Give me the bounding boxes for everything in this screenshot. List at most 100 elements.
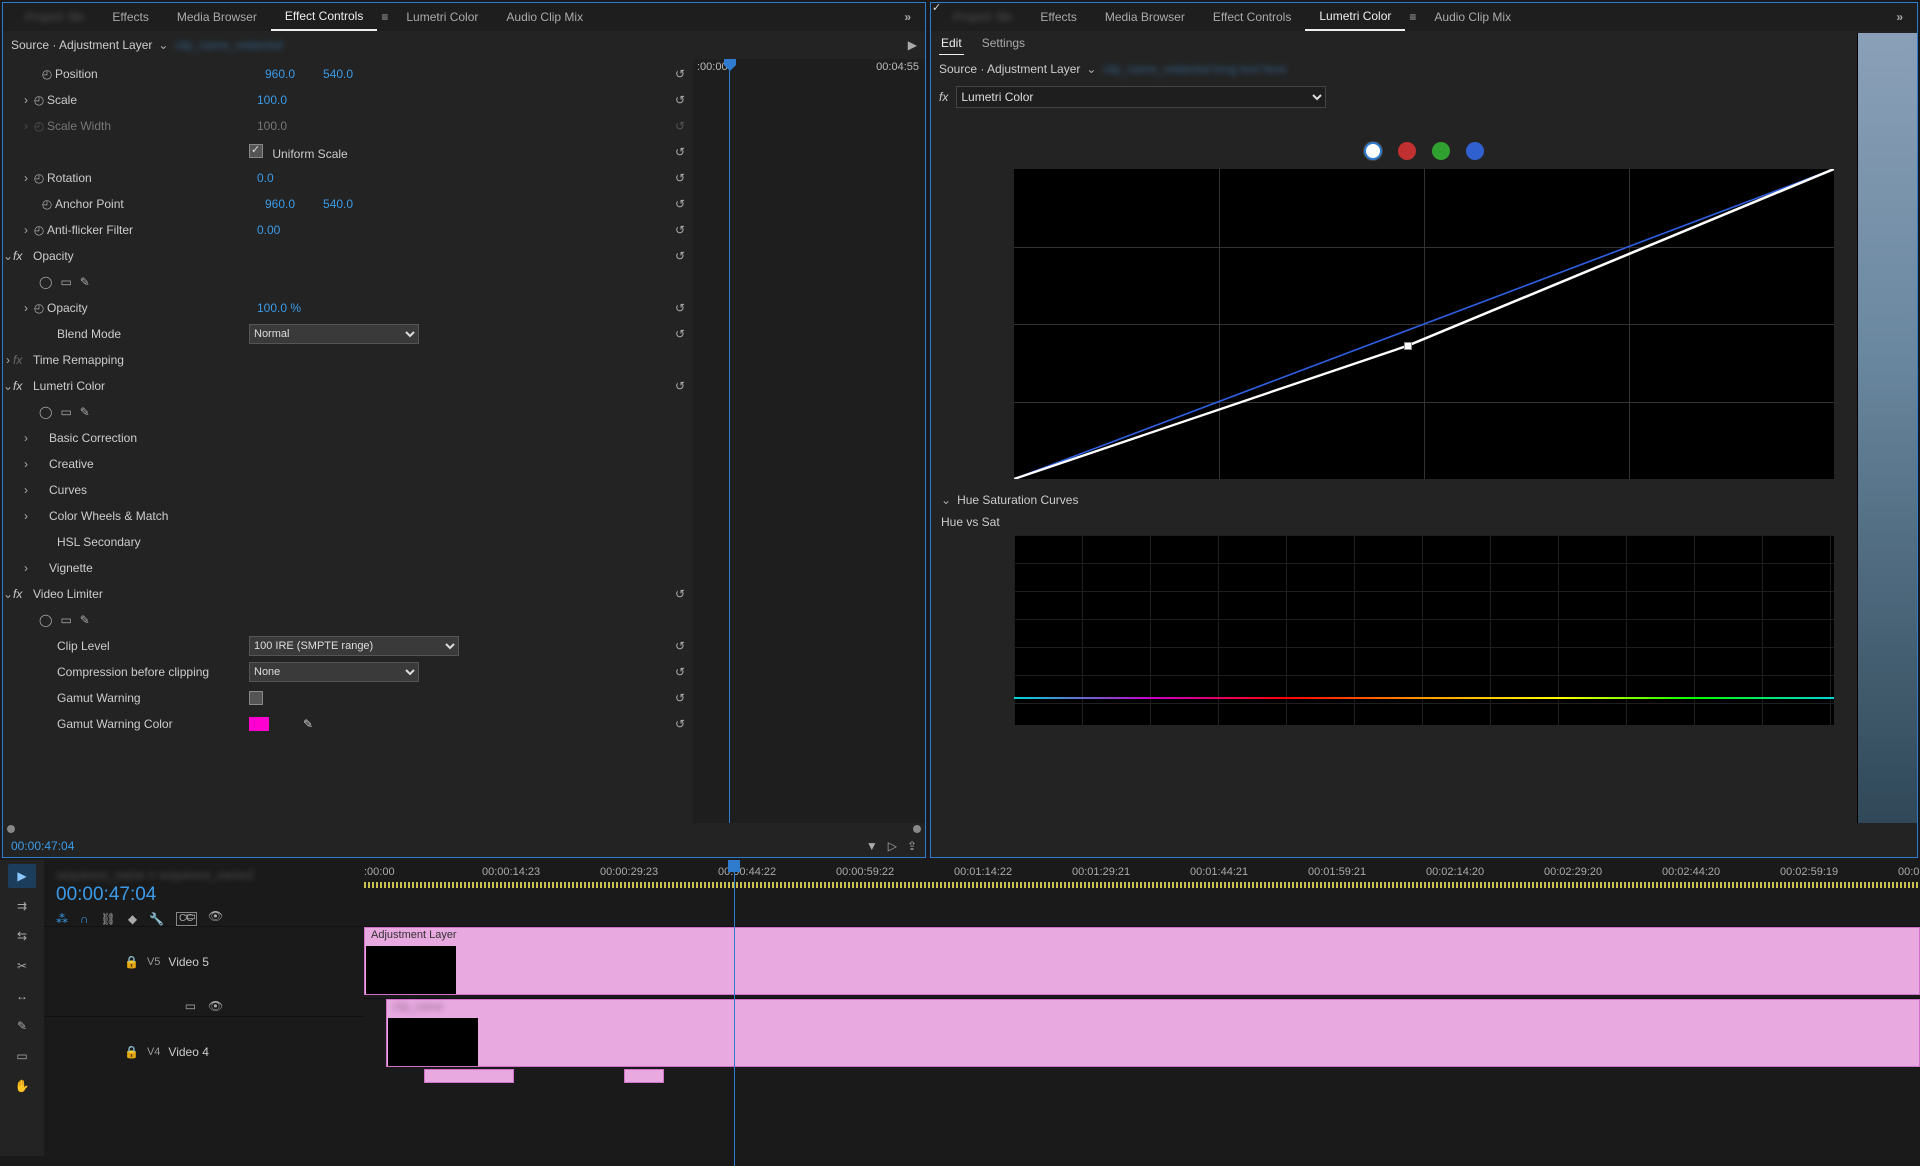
reset-icon[interactable]: ↺	[667, 665, 685, 679]
timeline-clips-area[interactable]: Adjustment Layer clip_name	[364, 906, 1920, 1156]
reset-icon[interactable]: ↺	[667, 249, 685, 263]
ec-timecode[interactable]: 00:00:47:04	[11, 839, 74, 853]
twirl-icon[interactable]: ⌄	[3, 587, 13, 601]
play-icon[interactable]: ▶	[908, 38, 917, 52]
gamut-color-swatch[interactable]	[249, 717, 269, 731]
slip-tool-icon[interactable]: ↔	[8, 984, 36, 1008]
pen-mask-icon[interactable]: ✎	[80, 405, 90, 419]
fx-badge[interactable]: fx	[13, 353, 27, 367]
filter-icon[interactable]: ▼	[866, 839, 878, 853]
tab-project[interactable]: Project: file	[11, 4, 98, 30]
rgb-curve-canvas[interactable]	[1014, 169, 1834, 479]
twirl-icon[interactable]: ⌄	[3, 379, 13, 393]
chevron-down-icon[interactable]: ⌄	[152, 38, 174, 52]
fx-badge[interactable]: fx	[13, 249, 27, 263]
twirl-icon[interactable]: ›	[21, 457, 31, 471]
playhead-icon[interactable]	[728, 860, 740, 872]
fx-badge[interactable]: fx	[13, 587, 27, 601]
twirl-icon[interactable]: ›	[21, 171, 31, 185]
antiflicker-value[interactable]: 0.00	[257, 223, 280, 237]
reset-icon[interactable]: ↺	[667, 145, 685, 159]
stopwatch-icon[interactable]: ◴	[31, 223, 47, 237]
rect-mask-icon[interactable]: ▭	[60, 405, 71, 419]
reset-icon[interactable]: ↺	[667, 327, 685, 341]
luma-channel-dot[interactable]	[1364, 142, 1382, 160]
twirl-icon[interactable]: ›	[21, 431, 31, 445]
overflow-icon[interactable]: »	[898, 10, 917, 24]
eye-icon[interactable]: 👁	[208, 999, 223, 1013]
hue-vs-sat-canvas[interactable]	[1014, 535, 1834, 725]
eye-icon[interactable]: 👁	[208, 909, 223, 923]
track-tag[interactable]: V4	[147, 1046, 160, 1058]
tab-effect-controls-right[interactable]: Effect Controls	[1199, 4, 1305, 30]
fx-badge[interactable]: fx	[13, 379, 27, 393]
twirl-icon[interactable]: ›	[21, 483, 31, 497]
twirl-icon[interactable]: ›	[21, 223, 31, 237]
tab-effect-controls[interactable]: Effect Controls	[271, 3, 377, 31]
ellipse-mask-icon[interactable]: ◯	[39, 275, 52, 289]
blend-mode-select[interactable]: Normal	[249, 324, 419, 344]
stopwatch-icon[interactable]: ◴	[31, 93, 47, 107]
pen-mask-icon[interactable]: ✎	[80, 613, 90, 627]
twirl-icon[interactable]: ›	[21, 301, 31, 315]
rectangle-tool-icon[interactable]: ▭	[8, 1044, 36, 1068]
timeline-playhead[interactable]	[734, 860, 735, 1166]
rotation-value[interactable]: 0.0	[257, 171, 274, 185]
anchor-y[interactable]: 540.0	[323, 197, 353, 211]
reset-icon[interactable]: ↺	[667, 197, 685, 211]
stopwatch-icon[interactable]: ◴	[39, 197, 55, 211]
clip-v4[interactable]: clip_name	[386, 999, 1920, 1067]
razor-tool-icon[interactable]: ✂	[8, 954, 36, 978]
filmstrip-icon[interactable]: ▭	[185, 999, 196, 1013]
subtab-settings[interactable]: Settings	[980, 32, 1027, 54]
tab-audio-clip-mix-right[interactable]: Audio Clip Mix	[1420, 4, 1525, 30]
chevron-down-icon[interactable]: ⌄	[1080, 62, 1102, 76]
ec-scrollbar[interactable]	[3, 823, 925, 835]
pen-mask-icon[interactable]: ✎	[80, 275, 90, 289]
rect-mask-icon[interactable]: ▭	[60, 613, 71, 627]
reset-icon[interactable]: ↺	[667, 717, 685, 731]
curve-point[interactable]	[1404, 342, 1412, 350]
reset-icon[interactable]: ↺	[667, 93, 685, 107]
clip-fragment[interactable]	[624, 1069, 664, 1083]
tab-effects-right[interactable]: Effects	[1026, 4, 1090, 30]
stopwatch-icon[interactable]: ◴	[31, 301, 47, 315]
twirl-icon[interactable]: ›	[21, 509, 31, 523]
scale-value[interactable]: 100.0	[257, 93, 287, 107]
panel-menu-icon[interactable]: ≡	[377, 10, 392, 24]
reset-icon[interactable]: ↺	[667, 691, 685, 705]
track-lane-v5[interactable]: Adjustment Layer	[364, 926, 1920, 996]
tab-project-right[interactable]: Project: file	[939, 4, 1026, 30]
uniform-scale-checkbox[interactable]	[249, 144, 263, 158]
opacity-value[interactable]: 100.0 %	[257, 301, 301, 315]
reset-icon[interactable]: ↺	[667, 301, 685, 315]
gamut-warning-checkbox[interactable]	[249, 691, 263, 705]
red-channel-dot[interactable]	[1398, 142, 1416, 160]
subtab-edit[interactable]: Edit	[939, 32, 964, 55]
play-only-icon[interactable]: ▷	[888, 839, 897, 853]
twirl-icon[interactable]: ›	[21, 93, 31, 107]
lock-icon[interactable]: 🔒	[124, 1045, 139, 1059]
twirl-icon[interactable]: ›	[3, 353, 13, 367]
position-x[interactable]: 960.0	[265, 67, 295, 81]
ripple-tool-icon[interactable]: ⇆	[8, 924, 36, 948]
reset-icon[interactable]: ↺	[667, 223, 685, 237]
filmstrip-icon[interactable]: ▭	[185, 909, 196, 923]
tab-audio-clip-mix-left[interactable]: Audio Clip Mix	[492, 4, 597, 30]
twirl-icon[interactable]: ⌄	[941, 493, 951, 507]
lumetri-effect-select[interactable]: Lumetri Color	[956, 86, 1326, 108]
clip-adjustment-layer[interactable]: Adjustment Layer	[364, 927, 1920, 995]
twirl-icon[interactable]: ›	[21, 561, 31, 575]
tab-effects[interactable]: Effects	[98, 4, 162, 30]
lumetri-source-dropdown[interactable]: Source · Adjustment Layer	[939, 62, 1080, 76]
ellipse-mask-icon[interactable]: ◯	[39, 405, 52, 419]
overflow-icon[interactable]: »	[1890, 10, 1909, 24]
compression-select[interactable]: None	[249, 662, 419, 682]
effect-controls-timeline[interactable]: :00:00 00:04:55	[693, 59, 925, 823]
fx-badge[interactable]: fx	[939, 90, 948, 104]
clip-level-select[interactable]: 100 IRE (SMPTE range)	[249, 636, 459, 656]
rect-mask-icon[interactable]: ▭	[60, 275, 71, 289]
tab-media-browser-right[interactable]: Media Browser	[1091, 4, 1199, 30]
panel-menu-icon[interactable]: ≡	[1405, 10, 1420, 24]
reset-icon[interactable]: ↺	[667, 587, 685, 601]
